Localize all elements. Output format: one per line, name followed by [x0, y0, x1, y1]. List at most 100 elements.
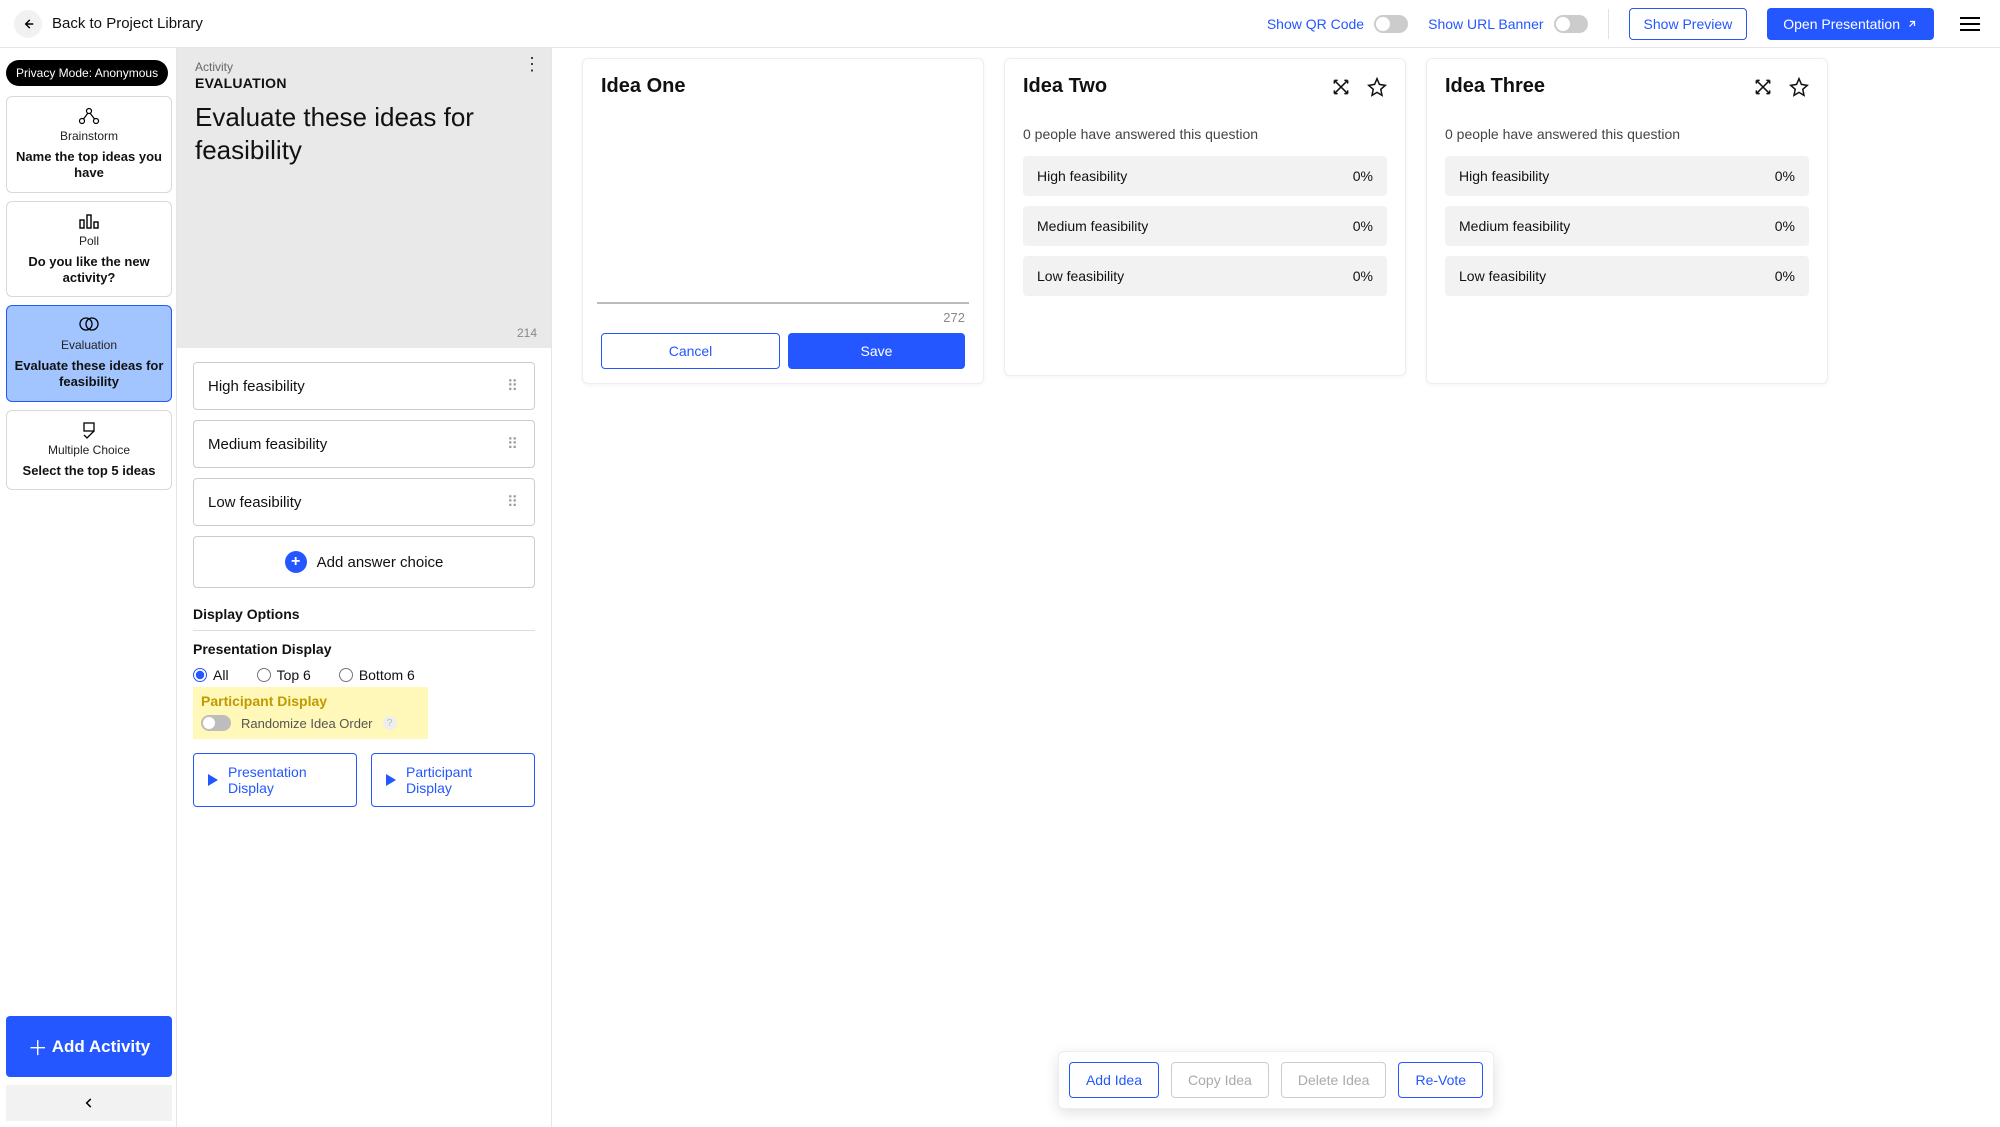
- show-qr-toggle[interactable]: [1374, 15, 1408, 33]
- radio-bottom6-label: Bottom 6: [359, 667, 415, 683]
- radio-top6-label: Top 6: [277, 667, 311, 683]
- participant-display-section: Participant Display Randomize Idea Order…: [193, 687, 428, 739]
- result-row: Medium feasibility0%: [1445, 206, 1809, 246]
- result-row: Medium feasibility0%: [1023, 206, 1387, 246]
- evaluation-icon: [13, 316, 165, 336]
- result-pct: 0%: [1353, 268, 1373, 284]
- add-activity-label: Add Activity: [52, 1037, 151, 1057]
- back-label: Back to Project Library: [52, 15, 203, 32]
- show-qr-label: Show QR Code: [1267, 16, 1364, 32]
- activity-card-poll[interactable]: Poll Do you like the new activity?: [6, 201, 172, 298]
- evaluation-label: EVALUATION: [195, 75, 533, 91]
- menu-icon[interactable]: [1954, 11, 1986, 37]
- answer-choice-row[interactable]: Medium feasibility ⠿: [193, 420, 535, 468]
- multiple-choice-icon: [13, 421, 165, 441]
- save-button[interactable]: Save: [788, 333, 965, 369]
- radio-all-input[interactable]: [193, 668, 207, 682]
- back-button[interactable]: [14, 10, 42, 38]
- star-icon[interactable]: [1789, 77, 1809, 97]
- shuffle-icon[interactable]: [1753, 77, 1773, 97]
- external-icon: [1906, 18, 1918, 30]
- drag-handle-icon[interactable]: ⠿: [507, 377, 520, 395]
- result-row: High feasibility 0%: [1445, 156, 1809, 196]
- activity-kind: Multiple Choice: [13, 443, 165, 457]
- editor-panel: ⋮ Activity EVALUATION Evaluate these ide…: [176, 48, 552, 1127]
- prompt-hero: ⋮ Activity EVALUATION Evaluate these ide…: [177, 48, 551, 348]
- activity-card-evaluation[interactable]: Evaluation Evaluate these ideas for feas…: [6, 305, 172, 402]
- plus-circle-icon: +: [285, 551, 307, 573]
- activity-card-multiple-choice[interactable]: Multiple Choice Select the top 5 ideas: [6, 410, 172, 490]
- add-idea-button[interactable]: Add Idea: [1069, 1062, 1159, 1098]
- brainstorm-icon: [13, 107, 165, 127]
- activity-card-brainstorm[interactable]: Brainstorm Name the top ideas you have: [6, 96, 172, 193]
- copy-idea-button[interactable]: Copy Idea: [1171, 1062, 1269, 1098]
- randomize-label: Randomize Idea Order: [241, 716, 373, 731]
- add-answer-label: Add answer choice: [317, 554, 444, 571]
- privacy-chip: Privacy Mode: Anonymous: [6, 60, 168, 86]
- show-preview-button[interactable]: Show Preview: [1629, 8, 1748, 40]
- answer-label: High feasibility: [208, 378, 305, 395]
- result-pct: 0%: [1775, 268, 1795, 284]
- participant-display-btn-label: Participant Display: [406, 764, 516, 796]
- idea-card-three: Idea Three 0 people have answered this q…: [1426, 58, 1828, 384]
- help-icon[interactable]: ?: [383, 716, 397, 730]
- radio-all-label: All: [213, 667, 229, 683]
- idea-edit-textarea[interactable]: [597, 104, 969, 304]
- revote-button[interactable]: Re-Vote: [1398, 1062, 1483, 1098]
- activity-kind: Brainstorm: [13, 129, 165, 143]
- result-label: Low feasibility: [1037, 268, 1124, 284]
- result-label: Medium feasibility: [1037, 218, 1148, 234]
- play-icon: [208, 774, 218, 786]
- radio-all[interactable]: All: [193, 667, 229, 683]
- radio-top6-input[interactable]: [257, 668, 271, 682]
- delete-idea-button[interactable]: Delete Idea: [1281, 1062, 1387, 1098]
- arrow-left-icon: [21, 17, 35, 31]
- result-row: Low feasibility 0%: [1023, 256, 1387, 296]
- presentation-display-button[interactable]: Presentation Display: [193, 753, 357, 807]
- result-pct: 0%: [1775, 168, 1795, 184]
- show-banner-toggle[interactable]: [1554, 15, 1588, 33]
- randomize-toggle[interactable]: [201, 715, 231, 731]
- star-icon[interactable]: [1367, 77, 1387, 97]
- participant-display-heading: Participant Display: [201, 693, 420, 709]
- topbar: Back to Project Library Show QR Code Sho…: [0, 0, 2000, 48]
- activity-title: Do you like the new activity?: [13, 254, 165, 287]
- divider: [1608, 9, 1609, 39]
- radio-top6[interactable]: Top 6: [257, 667, 311, 683]
- drag-handle-icon[interactable]: ⠿: [507, 493, 520, 511]
- show-banner-label: Show URL Banner: [1428, 16, 1543, 32]
- add-activity-button[interactable]: ＋ Add Activity: [6, 1016, 172, 1077]
- drag-handle-icon[interactable]: ⠿: [507, 435, 520, 453]
- activity-title: Name the top ideas you have: [13, 149, 165, 182]
- divider: [193, 630, 535, 631]
- activity-sidebar: Privacy Mode: Anonymous Brainstorm Name …: [0, 48, 176, 1127]
- result-row: Low feasibility0%: [1445, 256, 1809, 296]
- answered-text: 0 people have answered this question: [1445, 126, 1809, 142]
- open-presentation-button[interactable]: Open Presentation: [1767, 8, 1934, 40]
- cancel-button[interactable]: Cancel: [601, 333, 780, 369]
- chevron-left-icon: [82, 1096, 96, 1110]
- result-label: High feasibility: [1459, 168, 1549, 184]
- shuffle-icon[interactable]: [1331, 77, 1351, 97]
- radio-bottom6-input[interactable]: [339, 668, 353, 682]
- answer-choice-row[interactable]: Low feasibility ⠿: [193, 478, 535, 526]
- result-pct: 0%: [1775, 218, 1795, 234]
- activity-menu-icon[interactable]: ⋮: [523, 54, 541, 75]
- idea-card-two: Idea Two 0 people have answered this que…: [1004, 58, 1406, 376]
- add-answer-choice-button[interactable]: + Add answer choice: [193, 536, 535, 588]
- participant-display-button[interactable]: Participant Display: [371, 753, 535, 807]
- answer-choice-row[interactable]: High feasibility ⠿: [193, 362, 535, 410]
- presentation-display-heading: Presentation Display: [193, 641, 535, 657]
- idea-title: Idea Three: [1445, 75, 1545, 98]
- result-row: High feasibility0%: [1023, 156, 1387, 196]
- answer-label: Medium feasibility: [208, 436, 327, 453]
- collapse-sidebar-button[interactable]: [6, 1085, 172, 1121]
- char-counter: 214: [517, 326, 537, 340]
- idea-title: Idea Two: [1023, 75, 1107, 98]
- display-options-heading: Display Options: [193, 606, 535, 622]
- idea-char-count: 272: [601, 310, 965, 325]
- radio-bottom6[interactable]: Bottom 6: [339, 667, 415, 683]
- prompt-text[interactable]: Evaluate these ideas for feasibility: [195, 101, 533, 166]
- plus-icon: ＋: [28, 1032, 48, 1061]
- activity-title: Select the top 5 ideas: [13, 463, 165, 479]
